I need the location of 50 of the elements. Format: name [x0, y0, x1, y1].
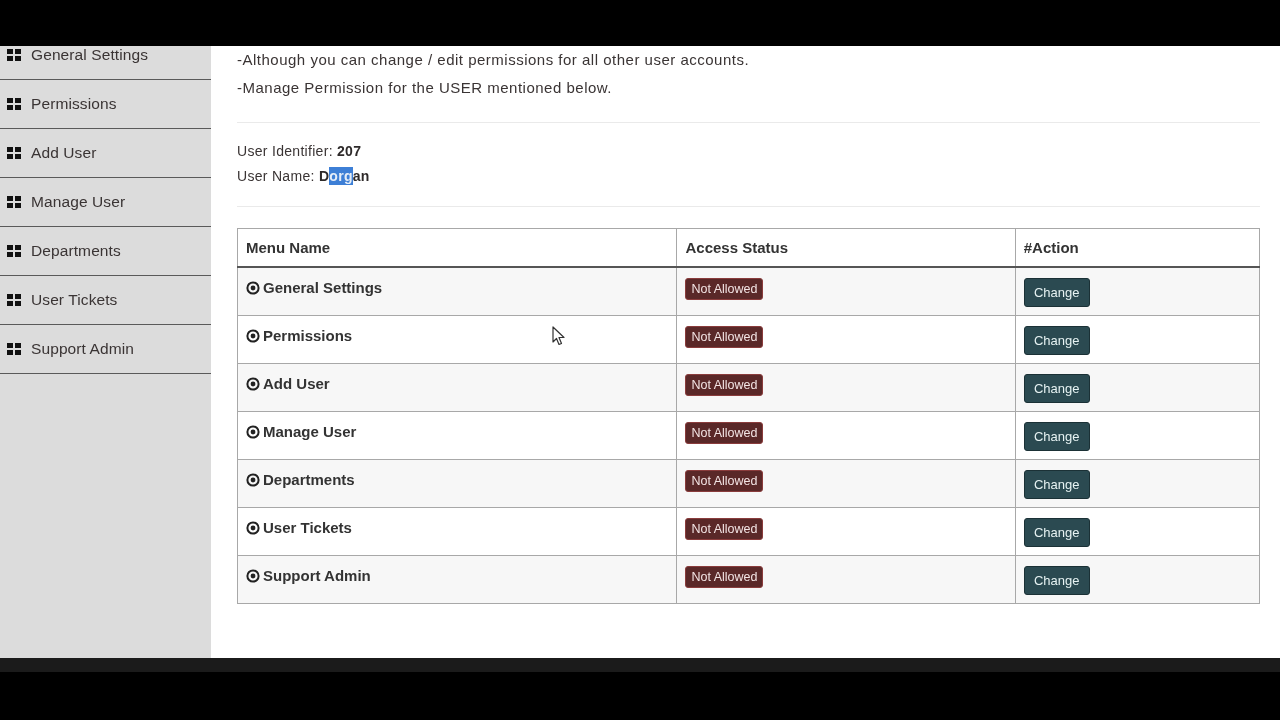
menu-name: Permissions — [263, 326, 353, 346]
record-icon — [246, 569, 260, 583]
sidebar-item[interactable]: Support Admin — [0, 325, 211, 374]
menu-name: Departments — [263, 470, 355, 490]
record-icon — [246, 281, 260, 295]
menu-name: Add User — [263, 374, 330, 394]
menu-name: General Settings — [263, 278, 383, 298]
grid-icon — [7, 49, 21, 61]
record-icon — [246, 473, 260, 487]
column-header: #Action — [1015, 228, 1260, 267]
grid-icon — [7, 343, 21, 355]
sidebar-item[interactable]: User Tickets — [0, 276, 211, 325]
status-badge: Not Allowed — [685, 326, 764, 348]
status-badge: Not Allowed — [685, 374, 764, 396]
grid-icon — [7, 98, 21, 110]
status-badge: Not Allowed — [685, 470, 764, 492]
column-header: Access Status — [676, 228, 1016, 267]
grid-icon — [7, 196, 21, 208]
change-button[interactable]: Change — [1023, 326, 1090, 355]
record-icon — [246, 329, 260, 343]
status-badge: Not Allowed — [685, 422, 764, 444]
change-button[interactable]: Change — [1023, 566, 1090, 595]
sidebar-item[interactable]: Add User — [0, 129, 211, 178]
status-badge: Not Allowed — [685, 566, 764, 588]
change-button[interactable]: Change — [1023, 518, 1090, 547]
grid-icon — [7, 147, 21, 159]
sidebar-item[interactable]: Manage User — [0, 178, 211, 227]
change-button[interactable]: Change — [1023, 374, 1090, 403]
record-icon — [246, 425, 260, 439]
menu-name: Manage User — [263, 422, 357, 442]
sidebar-item[interactable]: Permissions — [0, 80, 211, 129]
user-name: User Name: Dorgan — [237, 166, 371, 187]
sidebar-item[interactable]: General Settings — [0, 46, 211, 80]
note-text: -Although you can change / edit permissions for all other user accounts. — [237, 50, 751, 70]
change-button[interactable]: Change — [1023, 278, 1090, 307]
status-badge: Not Allowed — [685, 518, 764, 540]
note-text: -Manage Permission for the USER mentioned below. — [237, 78, 613, 98]
change-button[interactable]: Change — [1023, 470, 1090, 499]
grid-icon — [7, 294, 21, 306]
menu-name: User Tickets — [263, 518, 352, 538]
user-identifier: User Identifier: 207 — [237, 142, 363, 161]
sidebar-item[interactable]: Departments — [0, 227, 211, 276]
record-icon — [246, 377, 260, 391]
change-button[interactable]: Change — [1023, 422, 1090, 451]
record-icon — [246, 521, 260, 535]
column-header: Menu Name — [237, 228, 677, 267]
grid-icon — [7, 245, 21, 257]
menu-name: Support Admin — [263, 566, 371, 586]
cursor-icon — [552, 326, 565, 346]
status-badge: Not Allowed — [685, 278, 764, 300]
